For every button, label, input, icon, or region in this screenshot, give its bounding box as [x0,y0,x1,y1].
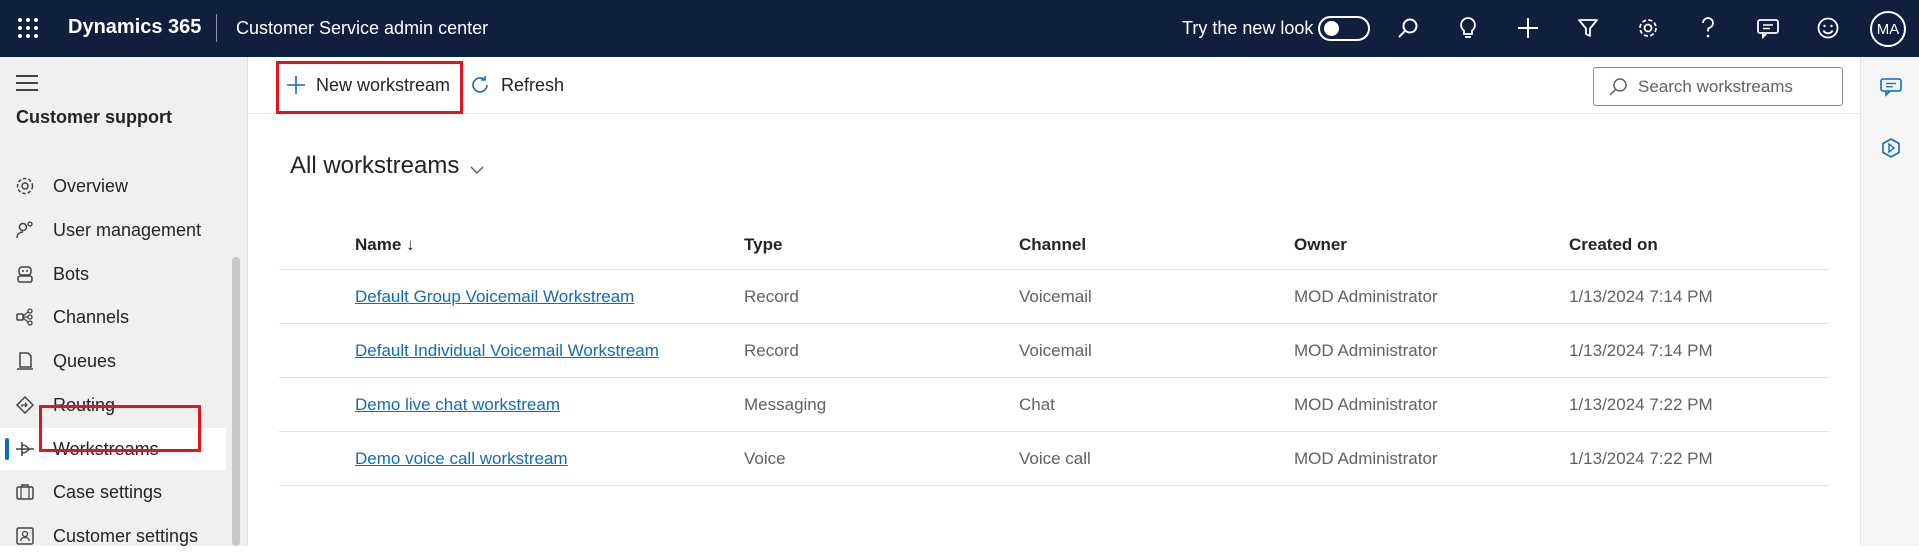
workstreams-grid: Name ↓ Type Channel Owner Created on Def… [279,220,1829,486]
workstream-name-link[interactable]: Demo live chat workstream [355,378,560,431]
owner-cell: MOD Administrator [1294,448,1438,468]
refresh-button[interactable]: Refresh [469,69,564,101]
try-new-look-toggle[interactable] [1318,16,1370,41]
app-launcher-icon[interactable] [16,16,40,40]
sidebar-item-label: Customer settings [53,525,199,546]
sidebar-item-label: Case settings [53,481,163,502]
created-on-cell: 1/13/2024 7:22 PM [1569,448,1713,468]
sidebar-section-title: Customer support [16,107,173,127]
app-title: Customer Service admin center [236,18,489,38]
channel-cell: Voicemail [1019,286,1092,306]
try-new-look-label: Try the new look [1182,18,1314,38]
feedback-icon[interactable] [1754,14,1782,42]
sidebar-item-channels[interactable]: Channels [0,296,226,338]
type-cell: Record [744,340,799,360]
channel-cell: Voicemail [1019,340,1092,360]
created-on-cell: 1/13/2024 7:14 PM [1569,340,1713,360]
column-header-type[interactable]: Type [744,220,782,269]
column-header-owner[interactable]: Owner [1294,220,1347,269]
sidebar-item-label: Bots [53,263,90,284]
type-cell: Record [744,286,799,306]
owner-cell: MOD Administrator [1294,340,1438,360]
view-title: All workstreams [290,152,460,179]
brand-divider [216,14,217,42]
channel-cell: Voice call [1019,448,1091,468]
channel-cell: Chat [1019,394,1055,414]
add-icon[interactable] [1514,14,1542,42]
case-settings-icon [14,481,36,503]
sidebar-item-label: User management [53,219,202,240]
right-rail [1860,57,1919,546]
search-workstreams-box[interactable] [1593,67,1843,106]
sidebar-item-customer-settings[interactable]: Customer settings [0,515,226,557]
table-row[interactable]: Demo live chat workstream Messaging Chat… [279,378,1829,432]
search-workstreams-input[interactable] [1638,76,1838,97]
smiley-icon[interactable] [1814,14,1842,42]
help-icon[interactable] [1694,14,1722,42]
owner-cell: MOD Administrator [1294,286,1438,306]
sidebar-item-label: Channels [53,306,130,327]
highlight-box-new-workstream [276,61,463,114]
hamburger-menu-icon[interactable] [16,75,38,91]
table-row[interactable]: Default Group Voicemail Workstream Recor… [279,270,1829,324]
sidebar-item-queues[interactable]: Queues [0,340,226,382]
highlight-box-workstreams [39,405,201,452]
settings-gear-icon[interactable] [1634,14,1662,42]
filter-icon[interactable] [1574,14,1602,42]
sidebar: Customer support Overview User managemen… [0,57,248,546]
type-cell: Voice [744,448,786,468]
overview-icon [14,175,36,197]
refresh-label: Refresh [501,74,565,95]
chat-icon[interactable] [1880,77,1902,102]
sidebar-item-bots[interactable]: Bots [0,253,226,295]
created-on-cell: 1/13/2024 7:14 PM [1569,286,1713,306]
view-selector[interactable]: All workstreams [290,150,485,182]
chevron-down-icon [469,154,485,182]
workstream-name-link[interactable]: Demo voice call workstream [355,432,568,485]
lightbulb-icon[interactable] [1454,14,1482,42]
search-icon [1608,77,1628,102]
workstream-name-link[interactable]: Default Group Voicemail Workstream [355,270,634,323]
top-bar: Dynamics 365 Customer Service admin cent… [0,0,1919,57]
grid-header-row: Name ↓ Type Channel Owner Created on [279,220,1829,270]
selected-indicator [5,438,9,460]
column-header-created-on[interactable]: Created on [1569,220,1658,269]
brand-name[interactable]: Dynamics 365 [68,16,201,39]
sidebar-scrollbar[interactable] [232,257,240,546]
search-icon[interactable] [1394,14,1422,42]
bot-icon [14,263,36,285]
routing-icon [14,394,36,416]
channels-icon [14,306,36,328]
queues-icon [14,350,36,372]
column-header-channel[interactable]: Channel [1019,220,1086,269]
sidebar-item-case-settings[interactable]: Case settings [0,471,226,513]
sidebar-item-label: Overview [53,175,129,196]
table-row[interactable]: Default Individual Voicemail Workstream … [279,324,1829,378]
sidebar-item-label: Queues [53,350,117,371]
customer-settings-icon [14,525,36,547]
sidebar-item-user-management[interactable]: User management [0,209,226,251]
workstreams-icon [14,438,36,460]
created-on-cell: 1/13/2024 7:22 PM [1569,394,1713,414]
column-header-name[interactable]: Name ↓ [355,220,415,269]
type-cell: Messaging [744,394,827,414]
copilot-icon[interactable] [1880,137,1902,164]
table-row[interactable]: Demo voice call workstream Voice Voice c… [279,432,1829,486]
user-avatar[interactable]: MA [1870,11,1906,47]
command-bar: New workstream Refresh [248,57,1860,114]
owner-cell: MOD Administrator [1294,394,1438,414]
sidebar-item-overview[interactable]: Overview [0,165,226,207]
workstream-name-link[interactable]: Default Individual Voicemail Workstream [355,324,659,377]
user-management-icon [14,219,36,241]
refresh-icon [469,74,491,96]
